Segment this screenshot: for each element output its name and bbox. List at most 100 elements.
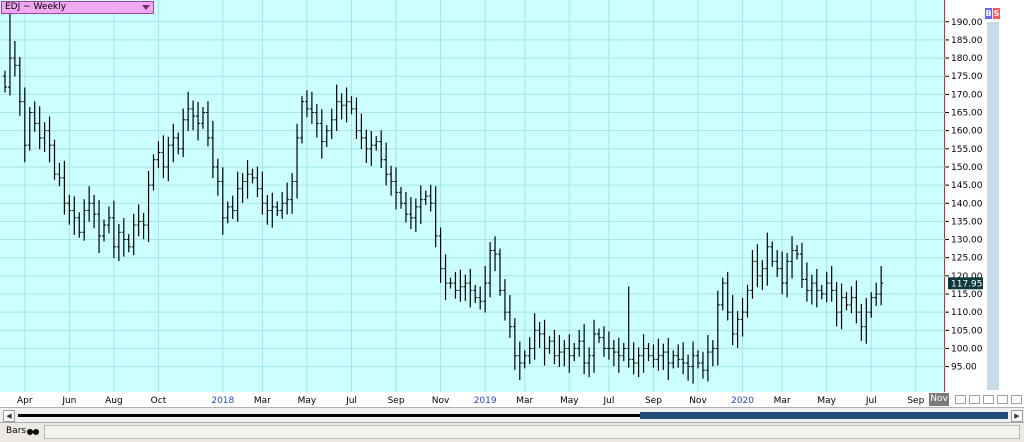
ohlc-bar — [448, 277, 453, 289]
right-panel: B S — [985, 0, 1024, 392]
ohlc-bar — [572, 343, 577, 362]
ohlc-bar — [146, 170, 151, 243]
ohlc-bar — [522, 350, 527, 369]
ohlc-bar — [359, 113, 364, 150]
chart-title-dropdown[interactable]: EDJ ~ Weekly — [1, 1, 154, 14]
x-tick-month-label: Nov — [432, 396, 450, 406]
chart-plot-area[interactable]: EDJ ~ Weekly — [0, 0, 945, 392]
ohlc-bar — [3, 70, 7, 93]
chart-title: EDJ ~ Weekly — [5, 2, 67, 12]
chart-style-label: Bars — [6, 426, 27, 436]
scroll-thumb[interactable] — [640, 412, 1008, 419]
y-tick-label: 145.00 — [951, 181, 983, 191]
buy-button-label: B — [985, 9, 992, 18]
scroll-right-icon[interactable]: ▶ — [1011, 410, 1023, 422]
ohlc-bar — [725, 271, 730, 321]
chart-style-icon[interactable] — [27, 428, 39, 436]
ohlc-bar — [245, 160, 250, 199]
ohlc-bar — [111, 200, 116, 259]
ohlc-bar — [141, 213, 146, 240]
x-tick-month-label: Aug — [105, 396, 123, 406]
toolbar-button-1[interactable] — [955, 395, 966, 404]
ohlc-bar — [319, 109, 324, 159]
ohlc-bar — [730, 295, 735, 346]
ohlc-bar — [819, 284, 824, 300]
buy-button[interactable]: B — [985, 8, 992, 19]
ohlc-bar — [354, 97, 359, 140]
ohlc-bar — [250, 168, 255, 184]
ohlc-bar — [235, 171, 240, 222]
x-tick-month-label: May — [560, 396, 579, 406]
ohlc-bar — [542, 319, 547, 366]
ohlc-bar — [626, 286, 631, 368]
toolbar-button-2[interactable] — [969, 395, 980, 404]
ohlc-bar — [824, 271, 829, 303]
ohlc-bar — [324, 125, 329, 147]
ohlc-bar — [176, 132, 181, 155]
ohlc-bar — [710, 340, 715, 367]
toolbar-button-3[interactable] — [983, 395, 994, 404]
grid-layer — [0, 0, 945, 392]
last-price-label: 117.95 — [951, 279, 983, 289]
ohlc-bar — [765, 232, 770, 286]
ohlc-bar — [691, 341, 696, 384]
ohlc-bar — [290, 173, 295, 214]
ohlc-bar — [72, 196, 77, 235]
side-scale-bar — [987, 22, 999, 390]
ohlc-bar — [557, 335, 562, 367]
ohlc-bar — [493, 236, 498, 272]
ohlc-bar — [804, 262, 809, 302]
ohlc-bar — [869, 292, 874, 318]
ohlc-bar — [755, 244, 760, 288]
x-tick-month-label: Sep — [388, 396, 405, 406]
ohlc-bar — [745, 284, 750, 318]
ohlc-bar — [334, 84, 339, 132]
ohlc-bar — [829, 266, 834, 302]
ohlc-bar — [483, 266, 488, 313]
ohlc-chart — [0, 0, 945, 392]
ohlc-bar — [696, 350, 700, 369]
ohlc-bar — [686, 354, 691, 381]
ohlc-bar — [864, 297, 869, 344]
ohlc-bar — [562, 340, 567, 367]
ohlc-bar — [879, 266, 884, 306]
x-tick-year-label: 2018 — [211, 396, 234, 406]
ohlc-bar — [735, 311, 740, 349]
ohlc-bar — [62, 160, 67, 215]
y-tick-label: 135.00 — [951, 217, 983, 227]
ohlc-bar — [77, 212, 82, 238]
toolbar-button-5[interactable] — [1011, 395, 1022, 404]
ohlc-bar — [760, 260, 765, 291]
ohlc-bar — [785, 252, 790, 298]
ohlc-bar — [661, 343, 666, 370]
ohlc-bar — [171, 123, 176, 163]
ohlc-bar — [577, 329, 582, 357]
toolbar-button-4[interactable] — [997, 395, 1008, 404]
x-tick-year-label: 2020 — [731, 396, 754, 406]
y-tick-label: 165.00 — [951, 109, 983, 119]
x-tick-month-label: Jul — [345, 396, 357, 406]
ohlc-bar — [770, 241, 775, 267]
x-tick-month-label: Nov — [689, 396, 707, 406]
ohlc-bar — [92, 194, 97, 229]
ohlc-bar — [418, 185, 423, 224]
x-tick-month-label: Oct — [151, 396, 167, 406]
y-tick-label: 130.00 — [951, 236, 983, 246]
x-tick-month-label: Mar — [254, 396, 271, 406]
ohlc-bar — [156, 141, 161, 169]
x-tick-month-label: Sep — [645, 396, 662, 406]
horizontal-scrollbar[interactable]: ◀ ▶ — [0, 407, 1024, 423]
ohlc-bar — [300, 96, 304, 144]
ohlc-bar — [116, 223, 121, 261]
status-field — [44, 425, 1020, 439]
ohlc-bar — [270, 192, 275, 228]
ohlc-bar — [265, 194, 270, 225]
ohlc-bar — [512, 318, 517, 370]
ohlc-bar — [433, 186, 438, 248]
scroll-left-icon[interactable]: ◀ — [3, 410, 15, 422]
sell-button[interactable]: S — [993, 8, 1000, 19]
ohlc-bar — [314, 104, 319, 138]
ohlc-bar — [631, 342, 636, 375]
ohlc-bar — [666, 337, 671, 381]
y-tick-label: 125.00 — [951, 254, 983, 264]
